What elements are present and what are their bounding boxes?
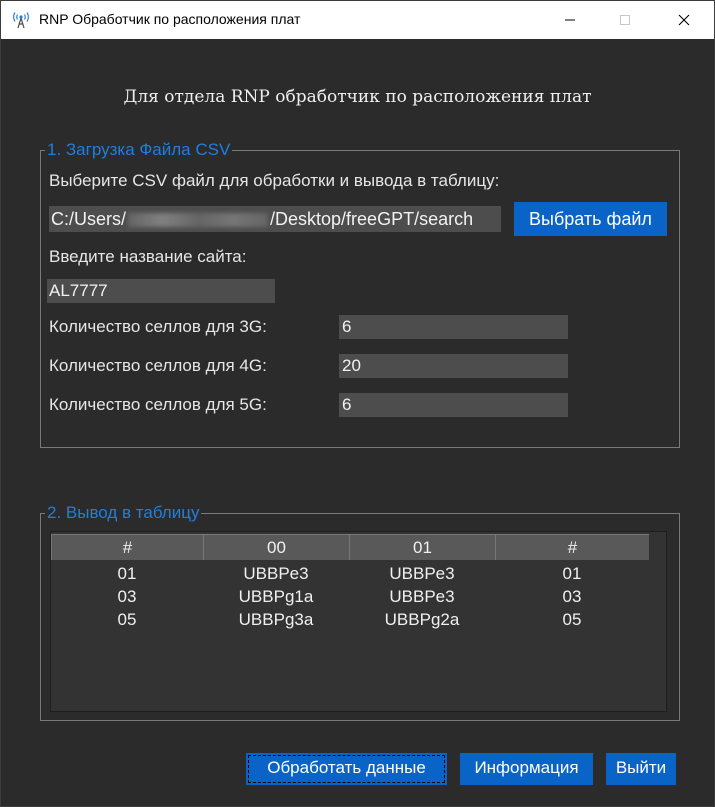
title-bar[interactable]: RNP Обработчик по расположения плат	[1, 1, 714, 39]
csv-upload-legend: 1. Загрузка Файла CSV	[45, 140, 233, 160]
maximize-icon	[620, 15, 630, 25]
site-name-input[interactable]: AL7777	[47, 279, 275, 303]
cells-5g-input[interactable]: 6	[339, 393, 568, 417]
cells-3g-label: Количество селлов для 3G:	[49, 317, 267, 336]
select-file-label: Выберите CSV файл для обработки и вывода…	[49, 171, 500, 190]
file-path-field[interactable]: C:/Users/ /Desktop/freeGPT/search	[49, 206, 501, 232]
close-icon	[678, 14, 690, 26]
table-cell: UBBPg3a	[238, 610, 314, 629]
table-cell: 05	[117, 610, 137, 629]
app-window: RNP Обработчик по расположения плат Для …	[0, 0, 715, 807]
table-cell: 03	[562, 587, 582, 606]
info-button[interactable]: Информация	[460, 753, 593, 785]
table-cell: UBBPe3	[389, 564, 455, 583]
column-header-index[interactable]: #	[51, 534, 203, 560]
column-header-index-2[interactable]: #	[495, 534, 649, 560]
page-title: Для отдела RNP обработчик по расположени…	[123, 87, 592, 107]
process-data-button[interactable]: Обработать данные	[246, 753, 447, 785]
table-cell: UBBPe3	[389, 587, 455, 606]
maximize-button[interactable]	[602, 1, 648, 39]
window-title: RNP Обработчик по расположения плат	[39, 11, 301, 27]
file-path-suffix: /Desktop/freeGPT/search	[270, 209, 474, 229]
table-output-legend: 2. Вывод в таблицу	[45, 503, 202, 523]
minimize-button[interactable]	[547, 1, 593, 39]
table-cell: 01	[562, 564, 582, 583]
minimize-icon	[565, 19, 575, 21]
file-path-prefix: C:/Users/	[51, 209, 127, 229]
cells-4g-input[interactable]: 20	[339, 354, 568, 378]
cells-3g-input[interactable]: 6	[339, 315, 568, 339]
cells-5g-label: Количество селлов для 5G:	[49, 395, 267, 414]
site-name-label: Введите название сайта:	[49, 247, 247, 266]
exit-button[interactable]: Выйти	[606, 753, 676, 785]
choose-file-button[interactable]: Выбрать файл	[514, 202, 667, 236]
cells-4g-label: Количество селлов для 4G:	[49, 356, 267, 375]
antenna-icon	[13, 12, 29, 29]
redacted-username	[128, 213, 269, 228]
table-cell: 01	[117, 564, 137, 583]
table-cell: 05	[562, 610, 582, 629]
column-header-01[interactable]: 01	[349, 534, 495, 560]
table-cell: UBBPe3	[243, 564, 309, 583]
table-cell: UBBPg2a	[384, 610, 460, 629]
column-header-00[interactable]: 00	[203, 534, 349, 560]
close-button[interactable]	[661, 1, 707, 39]
table-cell: UBBPg1a	[238, 587, 314, 606]
table-cell: 03	[117, 587, 137, 606]
results-table[interactable]: # 00 01 # 01 UBBPe3 UBBPe3 01 03 UBBPg1a…	[50, 531, 667, 712]
